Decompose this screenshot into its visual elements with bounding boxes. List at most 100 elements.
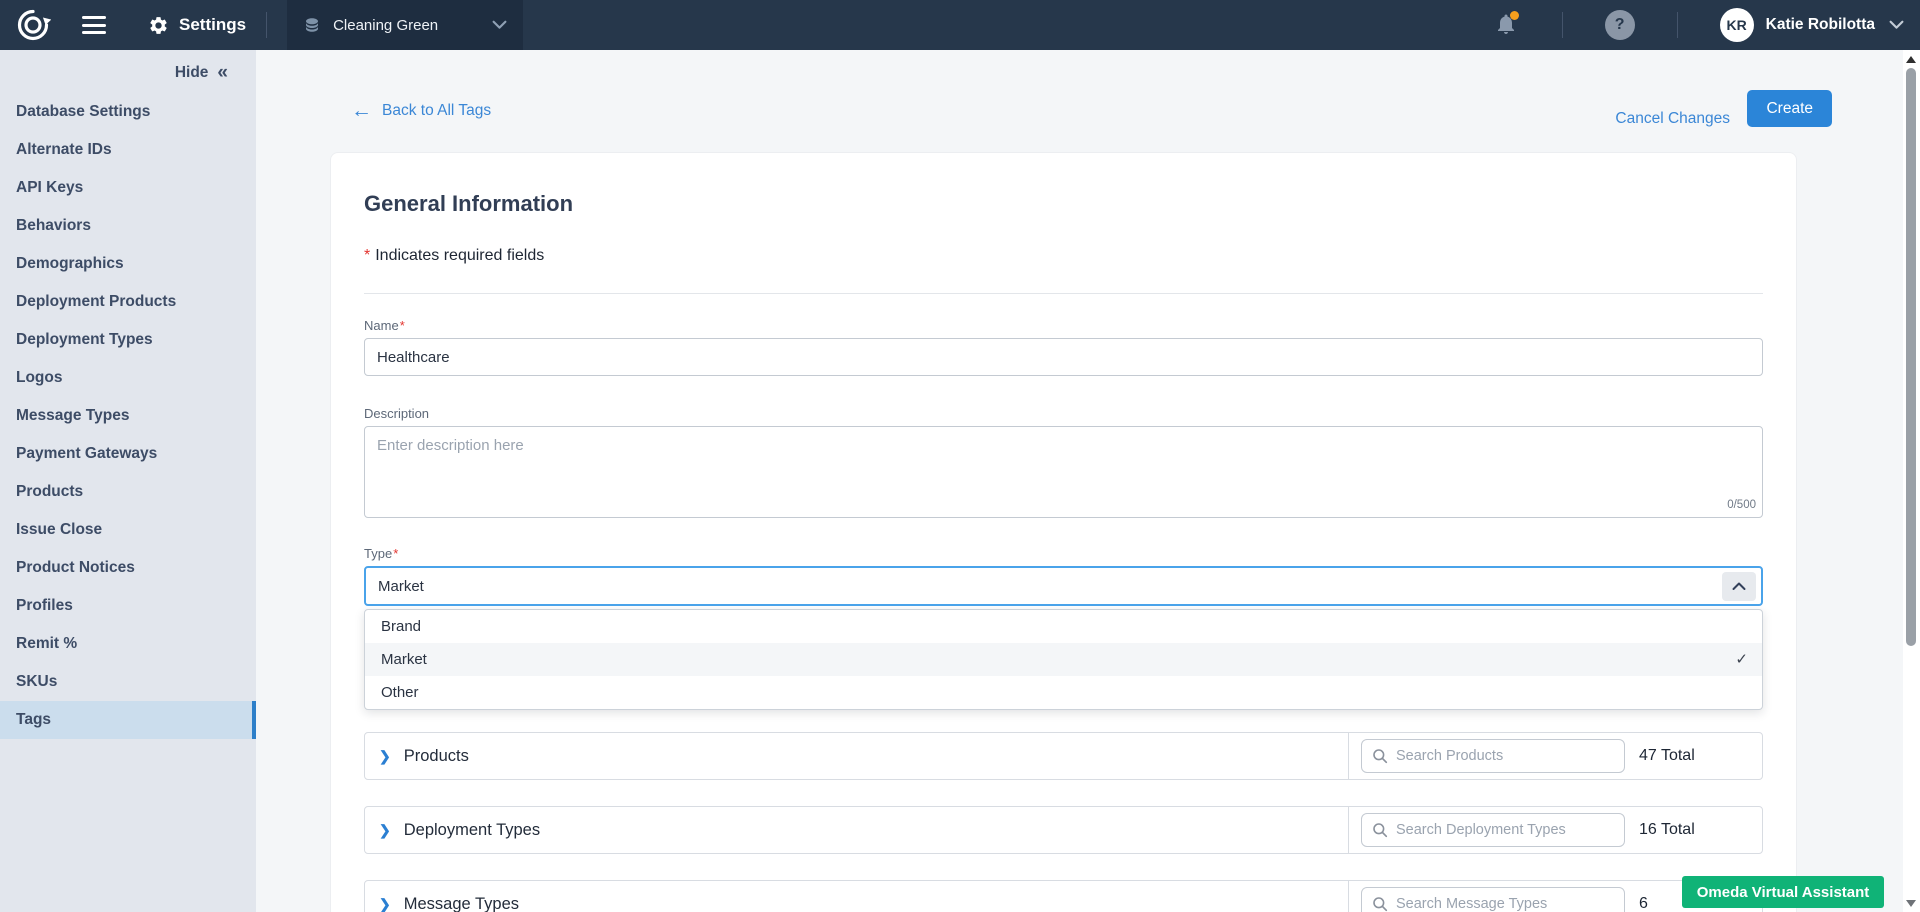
- sidebar-item-payment-gateways[interactable]: Payment Gateways: [0, 435, 256, 473]
- required-fields-note: *Indicates required fields: [364, 247, 1763, 265]
- hamburger-menu-icon[interactable]: [82, 16, 106, 34]
- type-option-brand[interactable]: Brand: [365, 610, 1762, 643]
- main-content: ← Back to All Tags Cancel Changes Create…: [256, 50, 1920, 912]
- sidebar-item-profiles[interactable]: Profiles: [0, 587, 256, 625]
- search-input-message-types[interactable]: [1396, 896, 1614, 912]
- section-row-products[interactable]: ❯ Products 47 Total: [364, 732, 1763, 780]
- type-select-value: Market: [378, 578, 424, 595]
- topbar-right-cluster: ? KR Katie Robilotta: [1494, 8, 1904, 42]
- search-box-products: [1361, 739, 1625, 773]
- check-icon: ✓: [1735, 643, 1748, 676]
- page-title: General Information: [364, 191, 1763, 217]
- search-icon: [1372, 748, 1388, 764]
- sidebar-item-remit[interactable]: Remit %: [0, 625, 256, 663]
- sidebar-item-logos[interactable]: Logos: [0, 359, 256, 397]
- sidebar-item-deployment-products[interactable]: Deployment Products: [0, 283, 256, 321]
- sidebar-item-deployment-types[interactable]: Deployment Types: [0, 321, 256, 359]
- sidebar-item-products[interactable]: Products: [0, 473, 256, 511]
- search-box-deployment-types: [1361, 813, 1625, 847]
- type-option-other[interactable]: Other: [365, 676, 1762, 709]
- scrollbar-down-arrow-icon[interactable]: [1906, 900, 1916, 907]
- scrollbar-thumb[interactable]: [1906, 68, 1916, 646]
- search-input-deployment-types[interactable]: [1396, 822, 1614, 838]
- chevron-up-icon: [1732, 582, 1746, 591]
- section-total: 47 Total: [1639, 747, 1695, 765]
- user-avatar[interactable]: KR: [1720, 8, 1754, 42]
- search-box-message-types: [1361, 887, 1625, 912]
- section-total: 6: [1639, 895, 1648, 912]
- hide-label: Hide: [175, 64, 209, 82]
- search-input-products[interactable]: [1396, 748, 1614, 764]
- notifications-bell-icon[interactable]: [1494, 12, 1520, 38]
- chevron-right-icon[interactable]: ❯: [379, 823, 391, 837]
- name-field-label: Name*: [364, 318, 1763, 333]
- database-selector-value: Cleaning Green: [333, 17, 438, 34]
- sidebar-item-issue-close[interactable]: Issue Close: [0, 511, 256, 549]
- page-scrollbar[interactable]: [1903, 50, 1920, 912]
- topbar-divider: [1562, 12, 1563, 38]
- type-dropdown-panel: BrandMarket✓Other: [364, 609, 1763, 710]
- sidebar-item-product-notices[interactable]: Product Notices: [0, 549, 256, 587]
- gear-icon: [148, 15, 169, 36]
- settings-sidebar: Hide « Database SettingsAlternate IDsAPI…: [0, 50, 256, 912]
- sidebar-item-tags[interactable]: Tags: [0, 701, 256, 739]
- section-label: Products: [404, 747, 469, 766]
- omeda-virtual-assistant-button[interactable]: Omeda Virtual Assistant: [1682, 876, 1884, 908]
- required-asterisk: *: [400, 318, 405, 333]
- section-label: Message Types: [404, 895, 519, 912]
- section-label: Deployment Types: [404, 821, 540, 840]
- scrollbar-up-arrow-icon[interactable]: [1906, 56, 1916, 63]
- database-selector-dropdown[interactable]: Cleaning Green: [287, 0, 523, 50]
- section-search-area: 16 Total: [1348, 807, 1762, 853]
- type-option-market[interactable]: Market✓: [365, 643, 1762, 676]
- section-row-message-types[interactable]: ❯ Message Types 6: [364, 880, 1763, 912]
- user-menu-chevron-down-icon[interactable]: [1889, 20, 1904, 30]
- sidebar-item-api-keys[interactable]: API Keys: [0, 169, 256, 207]
- notification-badge-dot: [1510, 11, 1519, 20]
- section-total: 16 Total: [1639, 821, 1695, 839]
- sidebar-item-skus[interactable]: SKUs: [0, 663, 256, 701]
- section-search-area: 47 Total: [1348, 733, 1762, 779]
- topbar-divider: [266, 12, 267, 38]
- cancel-changes-link[interactable]: Cancel Changes: [1615, 110, 1730, 128]
- search-icon: [1372, 822, 1388, 838]
- sidebar-item-message-types[interactable]: Message Types: [0, 397, 256, 435]
- settings-nav: Settings: [148, 15, 246, 36]
- character-counter: 0/500: [1727, 499, 1756, 511]
- tag-form-card: General Information *Indicates required …: [330, 152, 1797, 912]
- accordion-sections: ❯ Products 47 Total ❯ Deployment Types 16 Tot…: [364, 732, 1763, 912]
- type-select-collapse-button[interactable]: [1722, 572, 1756, 601]
- search-icon: [1372, 896, 1388, 912]
- description-field-label: Description: [364, 406, 1763, 421]
- section-row-deployment-types[interactable]: ❯ Deployment Types 16 Total: [364, 806, 1763, 854]
- type-select[interactable]: Market: [364, 566, 1763, 606]
- database-icon: [303, 16, 321, 34]
- description-field-wrap: 0/500: [364, 426, 1763, 518]
- section-divider: [364, 293, 1763, 294]
- user-name: Katie Robilotta: [1766, 16, 1875, 34]
- top-navigation-bar: Settings Cleaning Green ? KR Katie Robil…: [0, 0, 1920, 50]
- chevron-right-icon[interactable]: ❯: [379, 897, 391, 911]
- omeda-logo-icon[interactable]: [14, 6, 52, 44]
- create-button[interactable]: Create: [1747, 90, 1832, 127]
- name-input[interactable]: [364, 338, 1763, 376]
- sidebar-item-behaviors[interactable]: Behaviors: [0, 207, 256, 245]
- sidebar-item-alternate-ids[interactable]: Alternate IDs: [0, 131, 256, 169]
- chevron-right-icon[interactable]: ❯: [379, 749, 391, 763]
- sidebar-item-demographics[interactable]: Demographics: [0, 245, 256, 283]
- sidebar-hide-button[interactable]: Hide «: [0, 50, 256, 93]
- description-textarea[interactable]: [364, 426, 1763, 518]
- sidebar-menu: Database SettingsAlternate IDsAPI KeysBe…: [0, 93, 256, 739]
- back-link-label: Back to All Tags: [382, 102, 491, 120]
- chevron-down-icon: [492, 20, 507, 30]
- back-arrow-icon: ←: [351, 100, 372, 121]
- type-field-label: Type*: [364, 546, 1763, 561]
- topbar-divider: [1677, 12, 1678, 38]
- sidebar-item-database-settings[interactable]: Database Settings: [0, 93, 256, 131]
- back-to-all-tags-link[interactable]: ← Back to All Tags: [351, 100, 491, 121]
- collapse-double-chevron-icon: «: [217, 63, 228, 82]
- settings-title: Settings: [179, 15, 246, 35]
- help-icon[interactable]: ?: [1605, 10, 1635, 40]
- required-asterisk: *: [393, 546, 398, 561]
- required-asterisk: *: [364, 247, 370, 264]
